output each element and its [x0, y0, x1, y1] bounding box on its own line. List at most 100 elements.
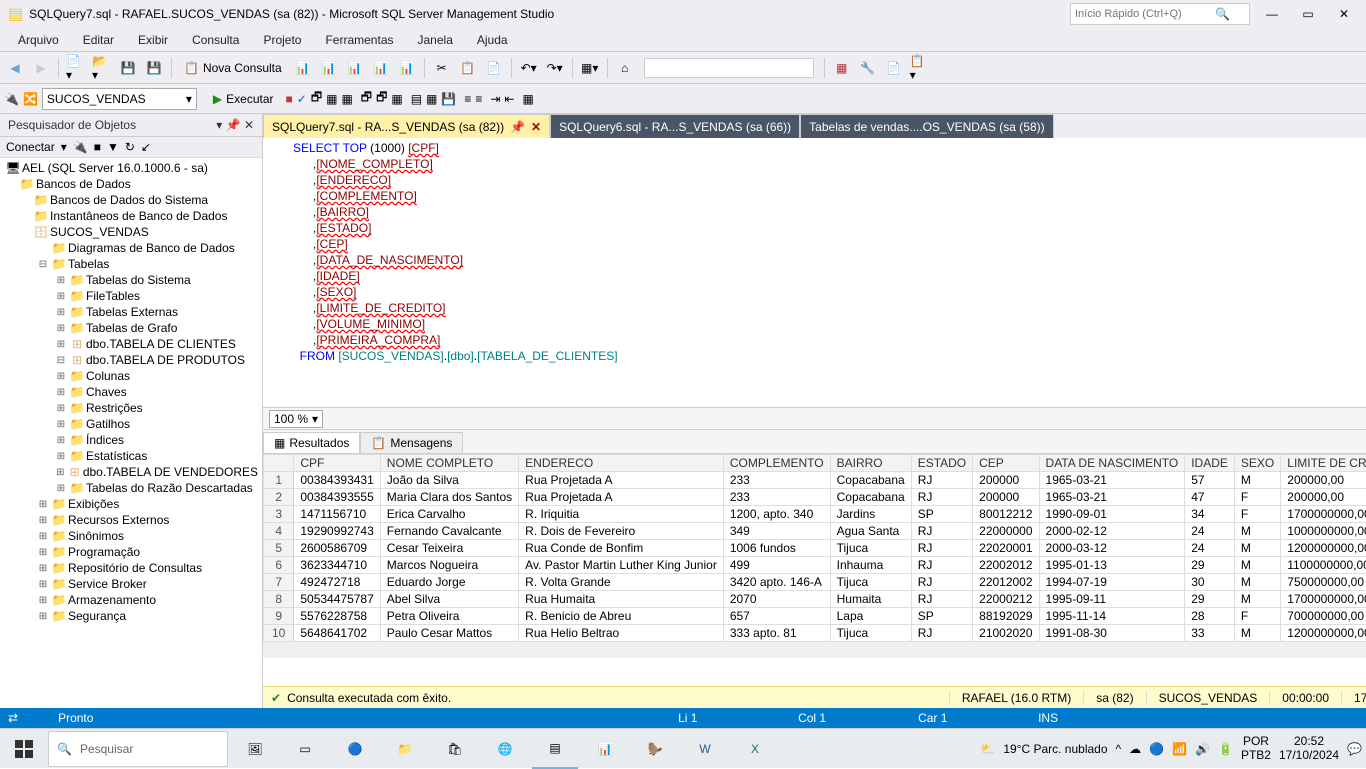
table-cell[interactable]: 88192029 [973, 608, 1039, 625]
column-header[interactable]: BAIRRO [830, 455, 911, 472]
find-combo[interactable] [644, 58, 814, 78]
table-cell[interactable]: 657 [723, 608, 830, 625]
table-cell[interactable]: 333 apto. 81 [723, 625, 830, 642]
query-options-icon[interactable]: ▦ [326, 92, 337, 106]
table-cell[interactable]: 3420 apto. 146-A [723, 574, 830, 591]
menu-exibir[interactable]: Exibir [128, 31, 178, 49]
table-cell[interactable]: Petra Oliveira [380, 608, 518, 625]
table-cell[interactable]: 2 [264, 489, 294, 506]
table-cell[interactable]: RJ [911, 472, 972, 489]
table-cell[interactable]: 233 [723, 489, 830, 506]
table-cell[interactable]: 1995-01-13 [1039, 557, 1185, 574]
panel-close-icon[interactable]: ✕ [244, 118, 254, 132]
clock-time[interactable]: 20:52 [1279, 735, 1339, 748]
back-button[interactable]: ◀ [4, 57, 26, 79]
expand-icon[interactable]: ⊞ [54, 275, 68, 286]
taskbar-search[interactable]: 🔍 Pesquisar [48, 731, 228, 767]
tree-item[interactable]: ⊞📁 Gatilhos [0, 416, 262, 432]
table-cell[interactable]: 1965-03-21 [1039, 489, 1185, 506]
table-cell[interactable]: 1200000000,00 [1281, 625, 1366, 642]
table-cell[interactable]: F [1234, 506, 1280, 523]
db-engine-query-icon[interactable]: 📊 [292, 57, 314, 79]
expand-icon[interactable]: ⊞ [54, 435, 68, 446]
dmx-query-icon[interactable]: 📊 [370, 57, 392, 79]
close-icon[interactable]: ✕ [531, 120, 541, 134]
table-cell[interactable]: Maria Clara dos Santos [380, 489, 518, 506]
expand-icon[interactable]: ⊞ [54, 323, 68, 334]
expand-icon[interactable]: ⊞ [36, 515, 50, 526]
tree-item[interactable]: ⊞📁Programação [0, 544, 262, 560]
task-powerbi-icon[interactable]: 📊 [582, 729, 628, 769]
table-cell[interactable]: M [1234, 591, 1280, 608]
tray-security-icon[interactable]: 🔵 [1149, 742, 1164, 756]
table-cell[interactable]: João da Silva [380, 472, 518, 489]
windows-start-button[interactable] [4, 729, 44, 769]
table-cell[interactable]: 1006 fundos [723, 540, 830, 557]
expand-icon[interactable]: ⊞ [54, 307, 68, 318]
table-cell[interactable]: Abel Silva [380, 591, 518, 608]
table-row[interactable]: 200384393555Maria Clara dos SantosRua Pr… [264, 489, 1366, 506]
expand-icon[interactable]: ⊞ [54, 339, 68, 350]
available-db-icon[interactable]: 🔀 [23, 92, 38, 106]
horizontal-scrollbar[interactable] [263, 642, 1366, 658]
table-cell[interactable]: 28 [1185, 608, 1235, 625]
table-cell[interactable]: 1994-07-19 [1039, 574, 1185, 591]
save-all-button[interactable]: 💾 [143, 57, 165, 79]
table-cell[interactable]: 5 [264, 540, 294, 557]
uncomment-icon[interactable]: ≡ [475, 92, 482, 106]
as-query-icon[interactable]: 📊 [318, 57, 340, 79]
table-cell[interactable]: 1991-08-30 [1039, 625, 1185, 642]
tree-item[interactable]: ⊞📁FileTables [0, 288, 262, 304]
table-cell[interactable]: 22012002 [973, 574, 1039, 591]
refresh-icon[interactable]: ↻ [125, 140, 135, 154]
table-cell[interactable]: 4 [264, 523, 294, 540]
tree-item[interactable]: ⊞📁Tabelas do Sistema [0, 272, 262, 288]
table-cell[interactable]: Marcos Nogueira [380, 557, 518, 574]
table-cell[interactable]: RJ [911, 574, 972, 591]
expand-icon[interactable]: ⊞ [54, 371, 68, 382]
task-chrome-icon[interactable]: 🌐 [482, 729, 528, 769]
table-cell[interactable]: M [1234, 540, 1280, 557]
table-cell[interactable]: SP [911, 608, 972, 625]
tree-item[interactable]: ⊞📁Tabelas do Razão Descartadas [0, 480, 262, 496]
table-row[interactable]: 31471156710Erica CarvalhoR. Iriquitia120… [264, 506, 1366, 523]
expand-icon[interactable]: ⊞ [54, 403, 68, 414]
tree-item[interactable]: 📁Diagramas de Banco de Dados [0, 240, 262, 256]
table-cell[interactable]: 1995-11-14 [1039, 608, 1185, 625]
task-excel-icon[interactable]: X [732, 729, 778, 769]
task-news-icon[interactable]: 🖼 [232, 729, 278, 769]
expand-icon[interactable]: ⊞ [36, 563, 50, 574]
table-cell[interactable]: R. Volta Grande [519, 574, 724, 591]
table-cell[interactable]: 80012212 [973, 506, 1039, 523]
collapse-icon[interactable]: ↙ [141, 140, 151, 154]
table-cell[interactable]: 30 [1185, 574, 1235, 591]
task-copilot-icon[interactable]: 🔵 [332, 729, 378, 769]
tree-item[interactable]: 📁Instantâneos de Banco de Dados [0, 208, 262, 224]
include-plan-icon[interactable]: 🗗 [361, 88, 372, 109]
table-cell[interactable]: Rua Projetada A [519, 472, 724, 489]
results-tab[interactable]: ▦ Resultados [263, 432, 360, 453]
table-row[interactable]: 63623344710Marcos NogueiraAv. Pastor Mar… [264, 557, 1366, 574]
table-cell[interactable]: 1471156710 [294, 506, 380, 523]
tool-reg-icon[interactable]: 📋▾ [909, 57, 931, 79]
menu-projeto[interactable]: Projeto [253, 31, 311, 49]
table-row[interactable]: 100384393431João da SilvaRua Projetada A… [264, 472, 1366, 489]
column-header[interactable]: LIMITE DE CREDITO [1281, 455, 1366, 472]
menu-consulta[interactable]: Consulta [182, 31, 249, 49]
table-cell[interactable]: 00384393431 [294, 472, 380, 489]
table-row[interactable]: 850534475787Abel SilvaRua Humaita2070Hum… [264, 591, 1366, 608]
close-button[interactable]: ✕ [1330, 0, 1358, 28]
zoom-dropdown[interactable]: 100 % ▾ [269, 410, 323, 428]
table-cell[interactable]: Agua Santa [830, 523, 911, 540]
table-cell[interactable]: Cesar Teixeira [380, 540, 518, 557]
table-cell[interactable]: 1700000000,00 [1281, 591, 1366, 608]
expand-icon[interactable]: ⊞ [54, 451, 68, 462]
table-cell[interactable]: 22020001 [973, 540, 1039, 557]
table-cell[interactable]: Copacabana [830, 472, 911, 489]
table-cell[interactable]: 750000000,00 [1281, 574, 1366, 591]
table-cell[interactable]: 1 [264, 472, 294, 489]
column-header[interactable]: ENDERECO [519, 455, 724, 472]
table-row[interactable]: 52600586709Cesar TeixeiraRua Conde de Bo… [264, 540, 1366, 557]
tree-item[interactable]: 📁Bancos de Dados [0, 176, 262, 192]
task-dbeaver-icon[interactable]: 🦫 [632, 729, 678, 769]
